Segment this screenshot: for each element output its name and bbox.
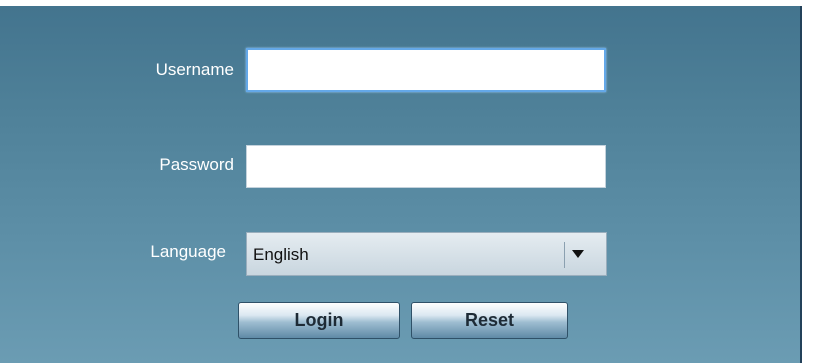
password-field[interactable] xyxy=(246,145,606,188)
username-field[interactable] xyxy=(246,48,606,92)
language-selected-value: English xyxy=(253,245,309,264)
login-button[interactable]: Login xyxy=(238,302,400,339)
language-select[interactable]: English xyxy=(246,232,607,276)
language-label: Language xyxy=(150,242,226,261)
select-divider xyxy=(564,242,565,268)
right-margin xyxy=(802,0,813,363)
password-label: Password xyxy=(159,155,234,174)
username-label: Username xyxy=(155,60,234,79)
chevron-down-icon[interactable] xyxy=(572,250,584,258)
login-panel: Username Password Language English Login… xyxy=(0,6,802,363)
reset-button[interactable]: Reset xyxy=(411,302,568,339)
